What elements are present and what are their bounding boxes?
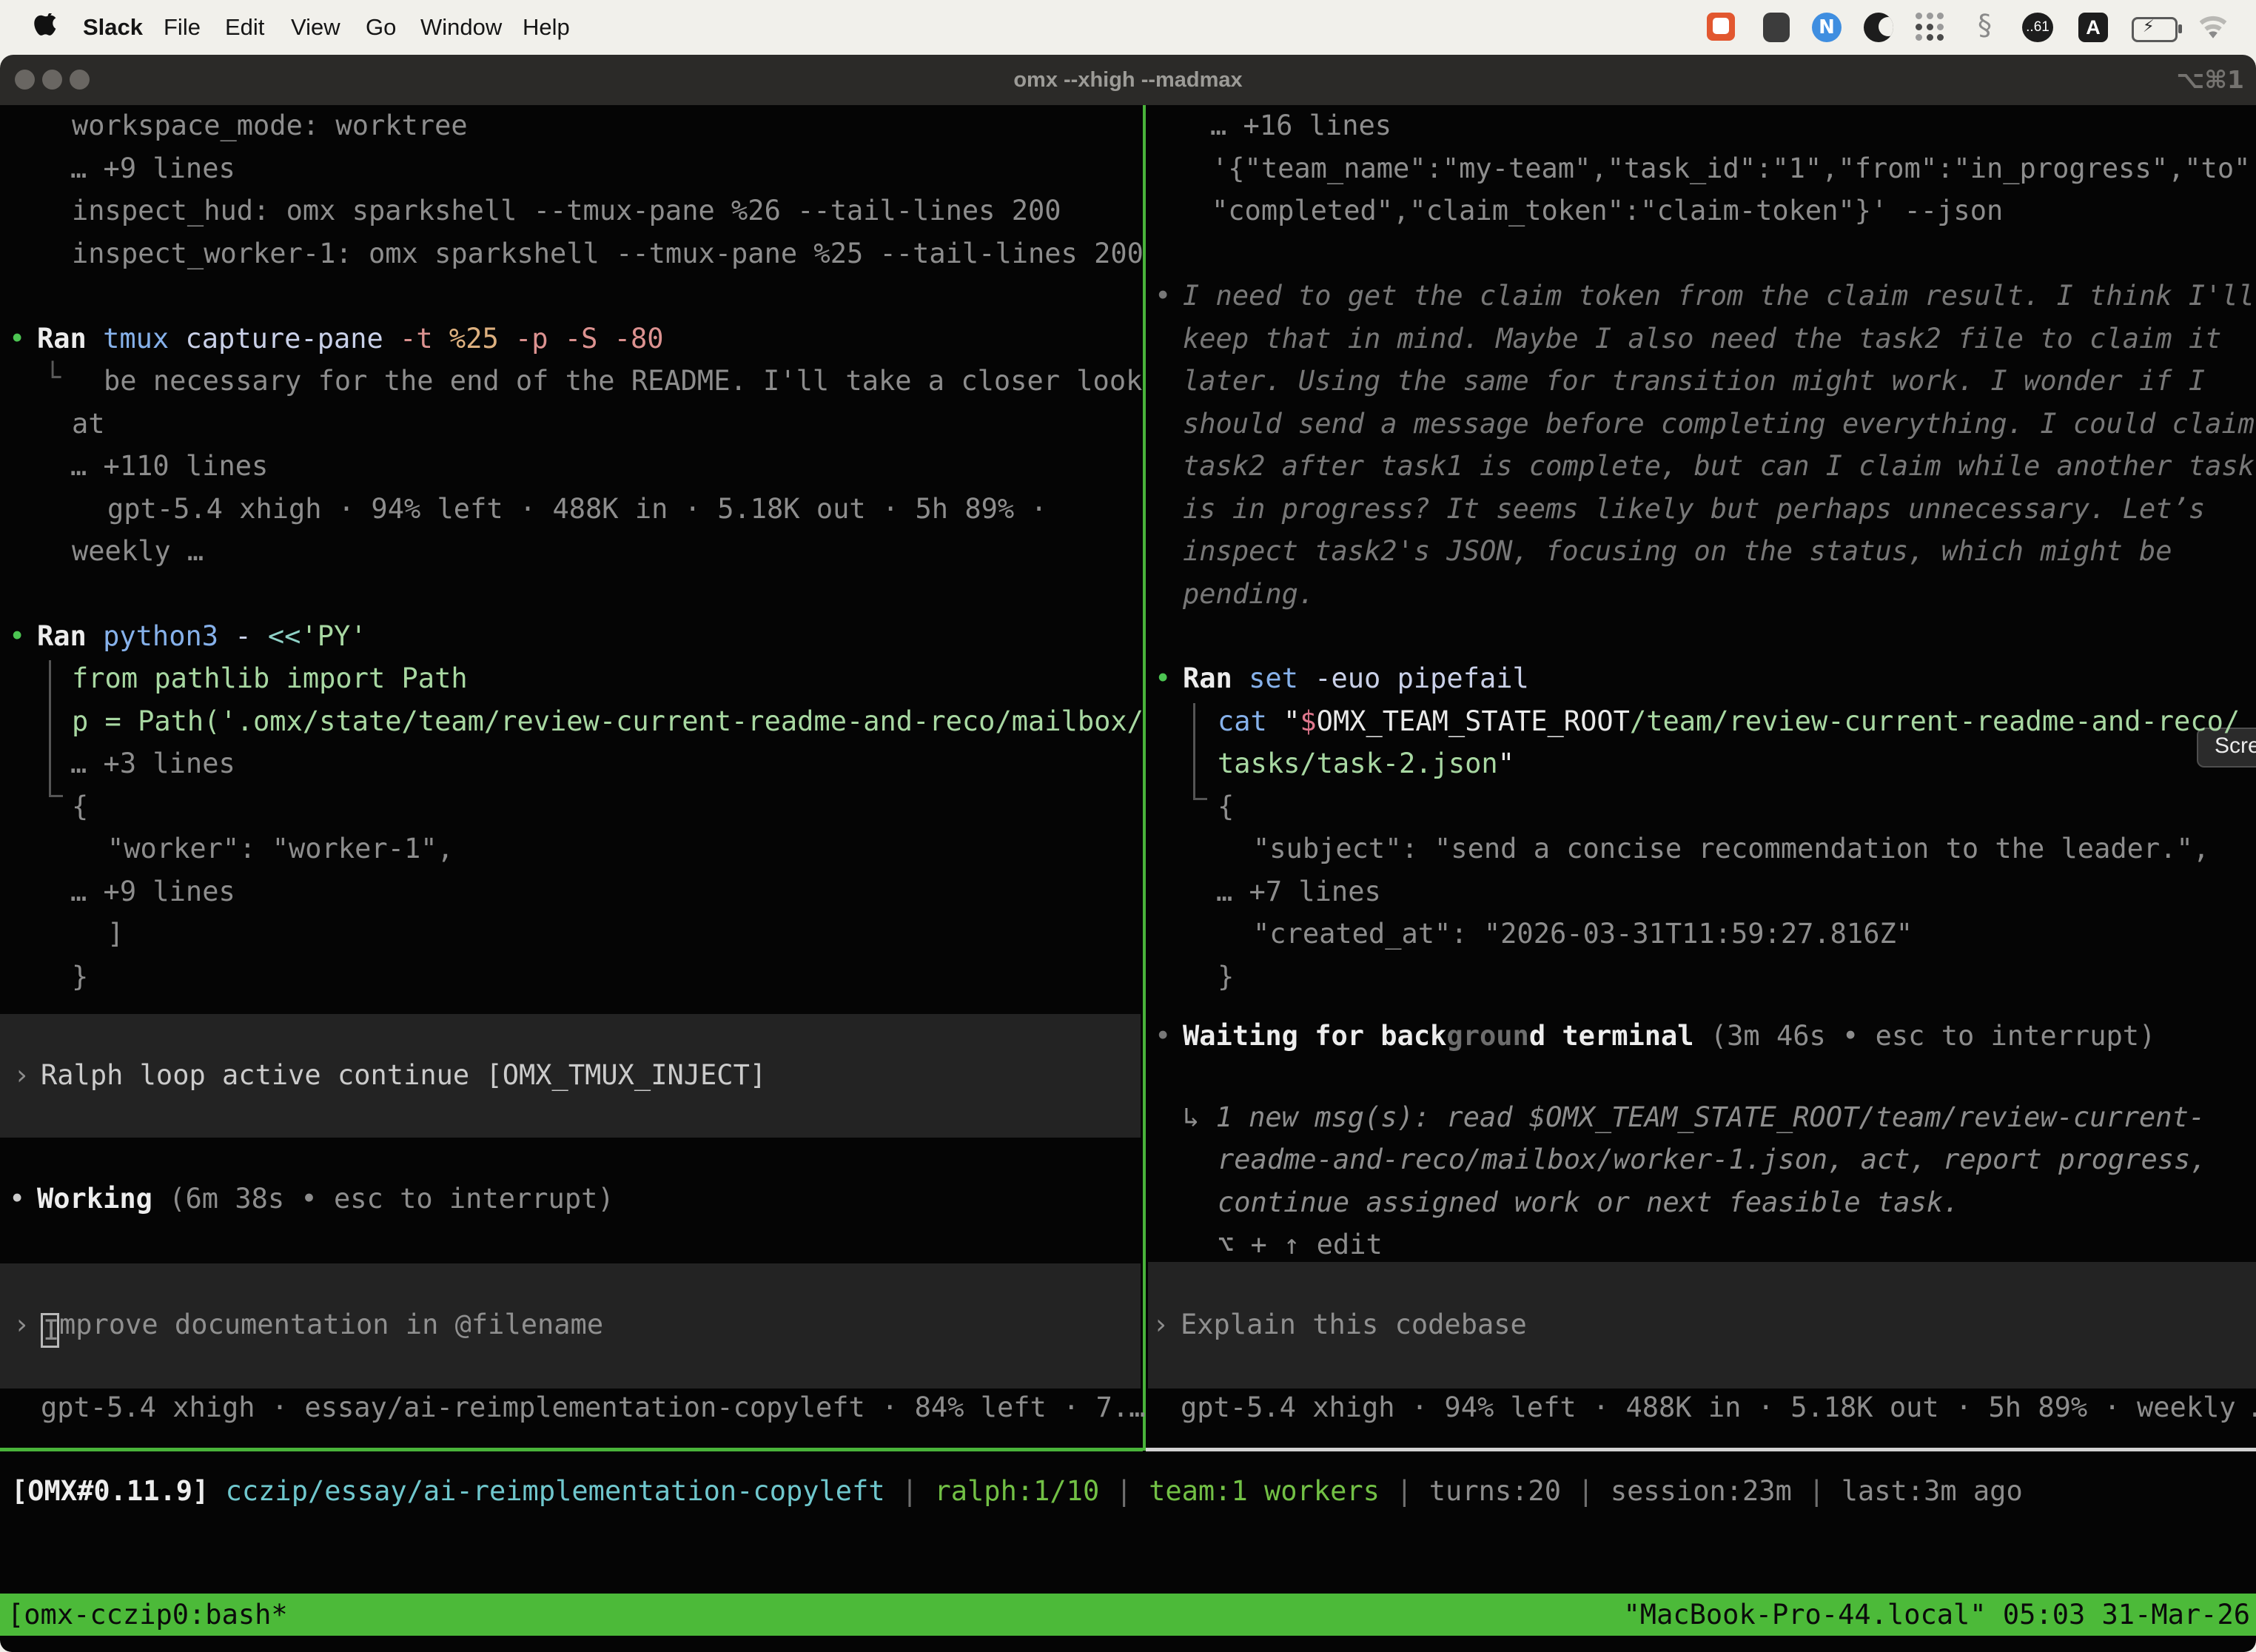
menu-item-view[interactable]: View [291,0,340,55]
notification-text: Ralph loop active continue [OMX_TMUX_INJ… [41,1054,766,1097]
prompt-placeholder-left[interactable]: Improve documentation in @filename [41,1303,603,1346]
terminal-line: … +110 lines [70,445,268,488]
menu-item-edit[interactable]: Edit [225,0,264,55]
terminal-line: gpt-5.4 xhigh · 94% left · 488K in · 5.1… [107,488,1047,531]
terminal-line: Waiting for background terminal (3m 46s … [1183,1015,2155,1058]
blue-badge-icon[interactable]: N [1812,13,1842,42]
right-pane-border [1146,1448,2256,1451]
terminal-line: later. Using the same for transition mig… [1183,360,2205,403]
moon-icon[interactable] [1864,13,1893,42]
keypad-app-icon[interactable] [1763,13,1790,42]
terminal-line: continue assigned work or next feasible … [1218,1181,1959,1224]
terminal-line: … +3 lines [70,742,235,785]
terminal-line: gpt-5.4 xhigh · essay/ai-reimplementatio… [41,1386,1145,1429]
terminal-line: tasks/task-2.json" [1218,742,1514,785]
terminal-line: … +9 lines [70,870,235,913]
terminal-line: • [1155,1015,1171,1058]
terminal-line: … +9 lines [70,147,235,190]
terminal-line: • [9,615,25,658]
terminal-line: I need to get the claim token from the c… [1183,275,2255,318]
terminal-line: should send a message before completing … [1183,403,2255,446]
screen: { "colors": { "dim": "#8d8d8d", "dimmer"… [0,0,2256,1652]
menu-item-slack[interactable]: Slack [83,0,143,55]
terminal-line: workspace_mode: worktree [72,104,468,147]
terminal-line: gpt-5.4 xhigh · 94% left · 488K in · 5.1… [1181,1386,2256,1429]
terminal-line: "subject": "send a concise recommendatio… [1253,827,2209,870]
terminal-line: • [9,318,25,360]
terminal-line: '{"team_name":"my-team","task_id":"1","f… [1212,147,2256,190]
terminal-line: cat "$OMX_TEAM_STATE_ROOT/team/review-cu… [1218,700,2240,743]
prompt-chevron-left: › [13,1303,30,1346]
terminal-line: Ran python3 - <<'PY' [37,615,367,658]
input-source-icon[interactable]: A [2078,13,2108,42]
terminal-line: "completed","claim_token":"claim-token"}… [1212,189,2003,232]
left-pane-border [0,1448,1143,1451]
omx-status-bar: [OMX#0.11.9] cczip/essay/ai-reimplementa… [11,1470,2023,1513]
terminal-line: ↳ 1 new msg(s): read $OMX_TEAM_STATE_ROO… [1183,1096,2205,1139]
prompt-chevron-right: › [1152,1303,1169,1346]
terminal-line: { [72,785,88,828]
text-cursor: I [41,1313,59,1348]
terminal-line: ] [107,913,124,956]
terminal-line: inspect_worker-1: omx sparkshell --tmux-… [72,232,1144,275]
terminal-line: is in progress? It seems likely but perh… [1183,488,2205,531]
output-connector [49,660,63,797]
terminal-line: … +16 lines [1210,104,1391,147]
tmux-host-clock: "MacBook-Pro-44.local" 05:03 31-Mar-26 [1624,1594,2250,1636]
terminal-line: Ran tmux capture-pane -t %25 -p -S -80 [37,318,664,360]
terminal-line: "worker": "worker-1", [107,827,454,870]
terminal-line: • [1155,275,1171,318]
output-connector [1193,703,1207,800]
terminal-line: Working (6m 38s • esc to interrupt) [37,1178,614,1220]
terminal-line: inspect_hud: omx sparkshell --tmux-pane … [72,189,1061,232]
terminal-line: pending. [1183,573,1315,616]
terminal-line: task2 after task1 is complete, but can I… [1183,445,2255,488]
apple-menu-icon[interactable] [33,13,56,41]
terminal-line: } [1218,956,1234,998]
wifi-icon[interactable] [2197,15,2229,41]
count-badge-icon[interactable]: ..61 [2022,13,2053,42]
terminal-line: keep that in mind. Maybe I also need the… [1183,318,2221,360]
menu-item-go[interactable]: Go [366,0,396,55]
tmux-session-name: [omx-cczip0:bash* [7,1594,288,1636]
tmux-status-bar: [omx-cczip0:bash* "MacBook-Pro-44.local"… [0,1594,2256,1636]
section-icon[interactable]: § [1978,9,1992,41]
terminal-line: Ran set -euo pipefail [1183,657,1529,700]
terminal-line: inspect task2's JSON, focusing on the st… [1183,530,2172,573]
terminal-line: • [9,1178,25,1220]
terminal-line: ⌥ + ↑ edit [1218,1223,1383,1266]
chat-app-icon[interactable] [1707,13,1735,41]
menu-item-file[interactable]: File [164,0,201,55]
terminal-line: • [1155,657,1171,700]
terminal-line: { [1218,785,1234,828]
terminal-line: be necessary for the end of the README. … [104,360,1142,403]
terminal-line: readme-and-reco/mailbox/worker-1.json, a… [1218,1138,2207,1181]
terminal-line: } [72,956,88,998]
menu-bar: Slack File Edit View Go Window Help N § … [0,0,2256,55]
notification-chevron: › [13,1054,30,1097]
terminal-line: weekly … [72,530,204,573]
window-shortcut-hint: ⌥⌘1 [2176,55,2244,105]
battery-icon[interactable] [2132,17,2178,42]
dots-grid-icon[interactable] [1916,13,1945,42]
terminal-line: p = Path('.omx/state/team/review-current… [72,700,1144,743]
terminal-line: └ [44,356,61,399]
terminal-line: "created_at": "2026-03-31T11:59:27.816Z" [1253,913,1913,956]
terminal-line: from pathlib import Path [72,657,468,700]
menu-item-help[interactable]: Help [523,0,570,55]
prompt-placeholder-right[interactable]: Explain this codebase [1181,1303,1527,1346]
terminal-line: at [72,403,105,446]
window-title: omx --xhigh --madmax [0,55,2256,105]
menu-item-window[interactable]: Window [420,0,502,55]
terminal-line: … +7 lines [1216,870,1381,913]
pane-divider[interactable] [1143,105,1146,1451]
